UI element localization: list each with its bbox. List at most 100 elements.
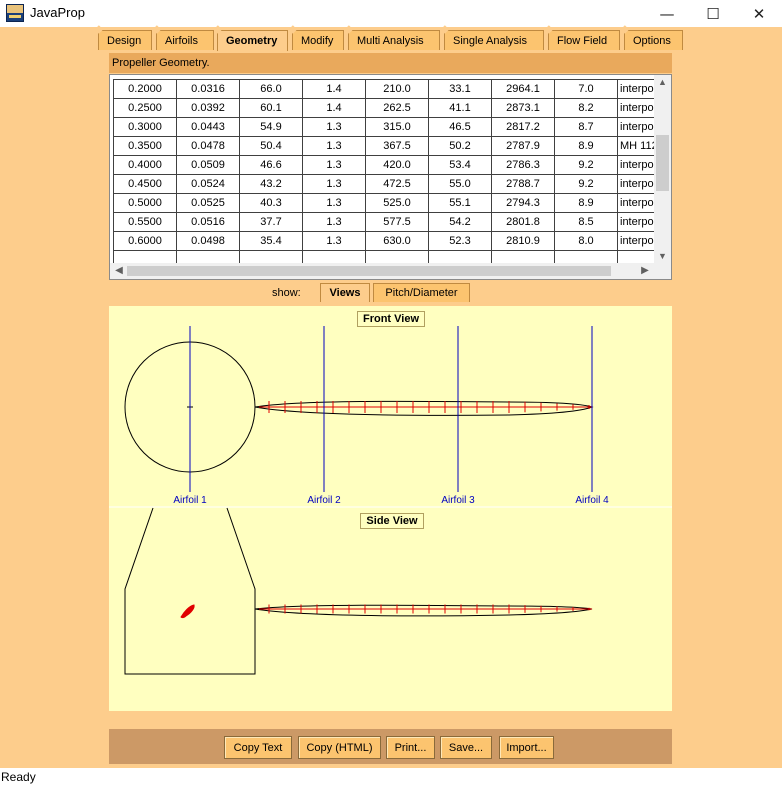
table-cell[interactable]: 1.3: [302, 117, 366, 137]
import-button[interactable]: Import...: [499, 736, 554, 759]
horizontal-scrollbar[interactable]: ◀ ▶: [110, 263, 671, 279]
copy-text-button[interactable]: Copy Text: [224, 736, 292, 759]
table-cell[interactable]: 2794.3: [491, 193, 555, 213]
table-cell[interactable]: 0.0516: [176, 212, 240, 232]
table-cell[interactable]: interpol: [617, 212, 659, 232]
table-cell[interactable]: interpol: [617, 117, 659, 137]
table-cell[interactable]: 9.2: [554, 174, 618, 194]
minimize-button[interactable]: —: [644, 0, 690, 27]
tab-design[interactable]: Design: [98, 30, 152, 50]
table-cell[interactable]: 0.4500: [113, 174, 177, 194]
table-cell[interactable]: 33.1: [428, 79, 492, 99]
table-cell[interactable]: 2873.1: [491, 98, 555, 118]
table-row[interactable]: 0.3000 0.0443 54.9 1.3 315.0 46.5 2817.2 8.7 int…: [113, 117, 659, 137]
table-row[interactable]: 0.3500 0.0478 50.4 1.3 367.5 50.2 2787.9 8.9 MH …: [113, 136, 659, 156]
geometry-table-scrollpane[interactable]: 0.2000 0.0316 66.0 1.4 210.0 33.1 2964.1 7.0 int…: [109, 74, 672, 280]
tab-pitch-diameter[interactable]: Pitch/Diameter: [373, 283, 470, 302]
table-cell[interactable]: 0.0525: [176, 193, 240, 213]
table-cell[interactable]: 46.5: [428, 117, 492, 137]
table-cell[interactable]: 52.3: [428, 231, 492, 251]
table-cell[interactable]: 8.2: [554, 98, 618, 118]
table-cell[interactable]: 0.2500: [113, 98, 177, 118]
tab-single-analysis[interactable]: Single Analysis: [444, 30, 544, 50]
table-cell[interactable]: 40.3: [239, 193, 303, 213]
table-cell[interactable]: 262.5: [365, 98, 429, 118]
table-cell[interactable]: interpol: [617, 231, 659, 251]
table-cell[interactable]: 1.3: [302, 231, 366, 251]
table-cell[interactable]: 46.6: [239, 155, 303, 175]
table-cell[interactable]: 41.1: [428, 98, 492, 118]
scroll-left-icon[interactable]: ◀: [112, 263, 126, 279]
table-cell[interactable]: 525.0: [365, 193, 429, 213]
table-cell[interactable]: 54.9: [239, 117, 303, 137]
tab-airfoils[interactable]: Airfoils: [156, 30, 214, 50]
table-cell[interactable]: 2801.8: [491, 212, 555, 232]
table-cell[interactable]: 0.0392: [176, 98, 240, 118]
table-row[interactable]: 0.6000 0.0498 35.4 1.3 630.0 52.3 2810.9 8.0 int…: [113, 231, 659, 251]
table-cell[interactable]: interpol: [617, 98, 659, 118]
scroll-down-icon[interactable]: ▼: [654, 249, 671, 263]
table-cell[interactable]: 55.0: [428, 174, 492, 194]
table-cell[interactable]: 0.0498: [176, 231, 240, 251]
maximize-button[interactable]: ☐: [690, 0, 736, 27]
table-cell[interactable]: 0.5500: [113, 212, 177, 232]
table-cell[interactable]: 0.2000: [113, 79, 177, 99]
table-cell[interactable]: 0.0443: [176, 117, 240, 137]
tab-flow-field[interactable]: Flow Field: [548, 30, 620, 50]
table-row[interactable]: 0.4000 0.0509 46.6 1.3 420.0 53.4 2786.3 9.2 int…: [113, 155, 659, 175]
table-cell[interactable]: 0.0524: [176, 174, 240, 194]
table-cell[interactable]: interpol: [617, 174, 659, 194]
close-button[interactable]: ✕: [736, 0, 782, 27]
table-cell[interactable]: 54.2: [428, 212, 492, 232]
table-cell[interactable]: 2964.1: [491, 79, 555, 99]
table-cell[interactable]: 50.2: [428, 136, 492, 156]
table-cell[interactable]: 315.0: [365, 117, 429, 137]
table-cell[interactable]: interpol: [617, 155, 659, 175]
table-cell[interactable]: 1.3: [302, 155, 366, 175]
tab-options[interactable]: Options: [624, 30, 683, 50]
table-cell[interactable]: 0.3000: [113, 117, 177, 137]
table-cell[interactable]: 0.6000: [113, 231, 177, 251]
table-cell[interactable]: 2787.9: [491, 136, 555, 156]
table-cell[interactable]: 0.0509: [176, 155, 240, 175]
table-cell[interactable]: 8.9: [554, 136, 618, 156]
table-cell[interactable]: 66.0: [239, 79, 303, 99]
table-cell[interactable]: interpol: [617, 193, 659, 213]
table-row[interactable]: 0.5500 0.0516 37.7 1.3 577.5 54.2 2801.8 8.5 int…: [113, 212, 659, 232]
table-cell[interactable]: 577.5: [365, 212, 429, 232]
save-button[interactable]: Save...: [440, 736, 492, 759]
table-row[interactable]: 0.5000 0.0525 40.3 1.3 525.0 55.1 2794.3 8.9 int…: [113, 193, 659, 213]
table-cell[interactable]: 2788.7: [491, 174, 555, 194]
vertical-scroll-thumb[interactable]: [656, 135, 669, 191]
table-cell[interactable]: 0.3500: [113, 136, 177, 156]
copy-html-button[interactable]: Copy (HTML): [298, 736, 381, 759]
table-cell[interactable]: 0.5000: [113, 193, 177, 213]
table-cell[interactable]: interpol: [617, 79, 659, 99]
horizontal-scroll-thumb[interactable]: [127, 266, 611, 276]
table-cell[interactable]: 8.5: [554, 212, 618, 232]
table-cell[interactable]: 2810.9: [491, 231, 555, 251]
table-cell[interactable]: 1.4: [302, 98, 366, 118]
tab-geometry[interactable]: Geometry: [217, 30, 288, 51]
scroll-right-icon[interactable]: ▶: [638, 263, 652, 279]
table-cell[interactable]: 35.4: [239, 231, 303, 251]
print-button[interactable]: Print...: [386, 736, 435, 759]
table-cell[interactable]: 630.0: [365, 231, 429, 251]
table-cell[interactable]: 1.3: [302, 136, 366, 156]
table-cell[interactable]: 0.4000: [113, 155, 177, 175]
table-cell[interactable]: 50.4: [239, 136, 303, 156]
table-cell[interactable]: 8.7: [554, 117, 618, 137]
scroll-up-icon[interactable]: ▲: [654, 75, 671, 89]
table-cell[interactable]: 210.0: [365, 79, 429, 99]
table-row[interactable]: 0.4500 0.0524 43.2 1.3 472.5 55.0 2788.7 9.2 int…: [113, 174, 659, 194]
table-cell[interactable]: 43.2: [239, 174, 303, 194]
table-row[interactable]: 0.2000 0.0316 66.0 1.4 210.0 33.1 2964.1 7.0 int…: [113, 79, 659, 99]
table-cell[interactable]: 1.4: [302, 79, 366, 99]
table-cell[interactable]: 55.1: [428, 193, 492, 213]
table-cell[interactable]: 2817.2: [491, 117, 555, 137]
table-cell[interactable]: 8.9: [554, 193, 618, 213]
table-cell[interactable]: 0.0478: [176, 136, 240, 156]
table-cell[interactable]: 0.0316: [176, 79, 240, 99]
geometry-table[interactable]: 0.2000 0.0316 66.0 1.4 210.0 33.1 2964.1 7.0 int…: [113, 79, 659, 270]
table-cell[interactable]: 1.3: [302, 193, 366, 213]
